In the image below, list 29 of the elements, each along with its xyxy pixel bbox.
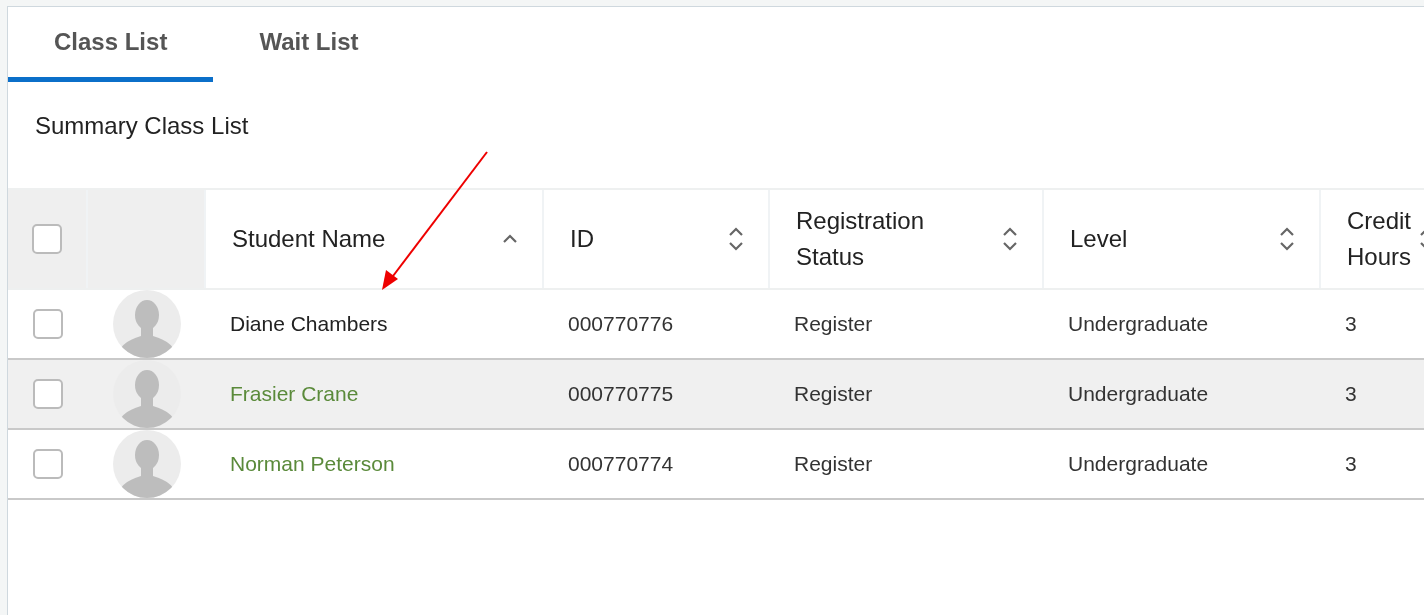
column-header[interactable]: ID xyxy=(544,190,770,288)
section-title: Summary Class List xyxy=(34,111,250,141)
tab[interactable]: Class List xyxy=(8,7,214,82)
table-cell: Register xyxy=(794,382,873,406)
column-header[interactable]: Level xyxy=(1044,190,1321,288)
table-cell: Register xyxy=(794,312,873,336)
avatar-icon xyxy=(113,430,181,498)
table-cell: Undergraduate xyxy=(1068,452,1209,476)
table-row[interactable]: Frasier Crane 000770775 Register Undergraduate 3 xyxy=(8,360,1424,430)
table-cell: 3 xyxy=(1345,452,1357,476)
table-cell: 000770776 xyxy=(568,312,674,336)
table-cell: 000770775 xyxy=(568,382,674,406)
table-cell: 3 xyxy=(1345,312,1357,336)
table-cell: Register xyxy=(794,452,873,476)
column-header[interactable]: Credit Hours xyxy=(1321,190,1424,288)
tab[interactable]: Wait List xyxy=(213,7,405,82)
row-checkbox[interactable] xyxy=(33,379,63,409)
column-header[interactable]: Registration Status xyxy=(770,190,1044,288)
select-all-checkbox[interactable] xyxy=(32,224,62,254)
student-name-link[interactable]: Frasier Crane xyxy=(230,382,359,406)
row-checkbox[interactable] xyxy=(33,449,63,479)
table-row[interactable]: Norman Peterson 000770774 Register Undergraduate 3 xyxy=(8,430,1424,500)
row-checkbox[interactable] xyxy=(33,309,63,339)
table-cell: Undergraduate xyxy=(1068,382,1209,406)
student-name: Diane Chambers xyxy=(230,312,388,336)
student-name-link[interactable]: Norman Peterson xyxy=(230,452,395,476)
table-cell: 000770774 xyxy=(568,452,674,476)
table-cell: Undergraduate xyxy=(1068,312,1209,336)
table-cell: 3 xyxy=(1345,382,1357,406)
